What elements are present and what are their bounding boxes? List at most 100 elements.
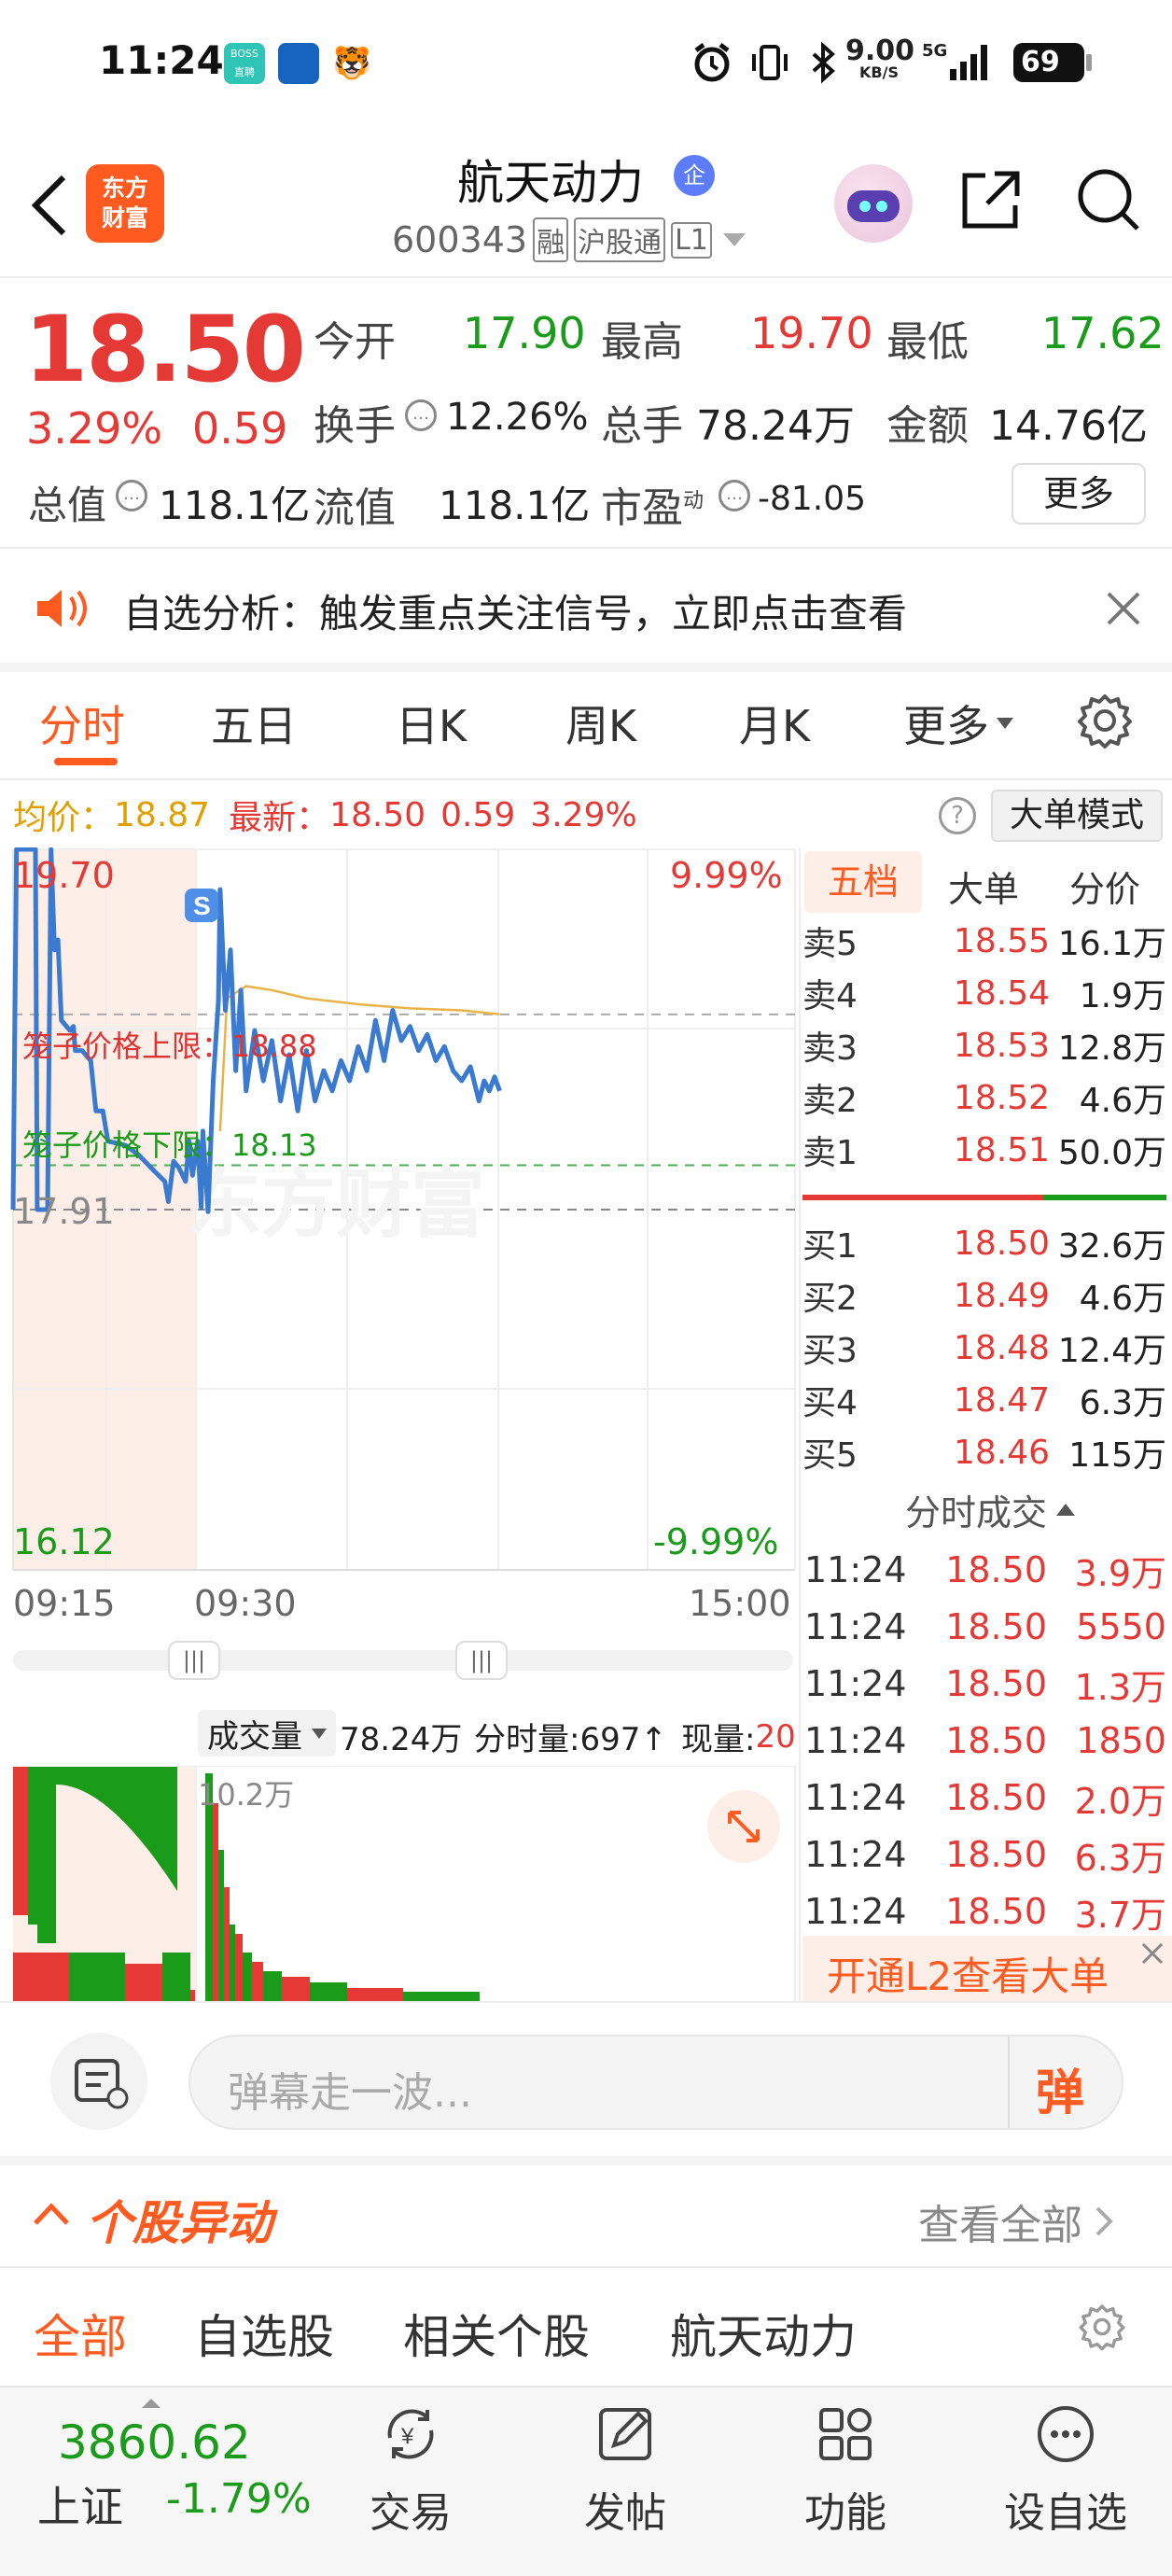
search-icon[interactable] xyxy=(1073,164,1144,235)
amount-value: 14.76亿 xyxy=(989,402,1148,450)
tab-big-order[interactable]: 大单 xyxy=(948,861,1019,912)
float-label: 流值 xyxy=(314,484,396,532)
tick-volume: 1.3万 xyxy=(1074,1666,1166,1708)
back-button[interactable] xyxy=(26,172,73,239)
l2-promo-banner[interactable]: 开通L2查看大单 xyxy=(802,1936,1172,2001)
bid-label: 买2 xyxy=(802,1280,858,1318)
help-icon[interactable]: ? xyxy=(939,797,976,834)
tab-five-level[interactable]: 五档 xyxy=(804,851,922,913)
yuan-exchange-icon: ¥ xyxy=(387,2409,434,2459)
caret-up-icon xyxy=(142,2399,160,2408)
current-volume: 现量: 20 xyxy=(681,1717,796,1759)
notice-text[interactable]: 自选分析：触发重点关注信号，立即点击查看 xyxy=(123,582,907,639)
ask-row: 卖1 18.51 50.0万 xyxy=(802,1124,1166,1176)
svg-text:¥: ¥ xyxy=(400,2424,414,2449)
nav-trade[interactable]: ¥ 交易 xyxy=(355,2401,467,2559)
alarm-icon xyxy=(691,41,733,84)
low-label: 最低 xyxy=(886,318,969,366)
index-widget[interactable]: 3860.62 上证 -1.79% xyxy=(28,2395,336,2563)
ask-volume: 16.1万 xyxy=(1057,925,1166,963)
comment-list-icon[interactable] xyxy=(50,2033,147,2130)
danmu-button[interactable]: 弹 xyxy=(1036,2053,1084,2123)
ticks-header[interactable]: 分时成交 xyxy=(905,1484,1076,1535)
status-time: 11:24 xyxy=(99,37,224,83)
bid-label: 买3 xyxy=(802,1332,858,1370)
share-icon[interactable] xyxy=(957,166,1025,233)
app-logo: 东方 财富 xyxy=(86,164,164,243)
range-handle-left[interactable]: ||| xyxy=(168,1641,220,1680)
more-button[interactable]: 更多 xyxy=(1012,463,1146,525)
stock-code: 600343 xyxy=(392,219,528,260)
danmu-input[interactable]: 弹幕走一波... 弹 xyxy=(188,2035,1123,2130)
chevron-down-icon xyxy=(722,233,746,246)
ask-price: 18.51 xyxy=(953,1130,1050,1169)
movers-tab-related[interactable]: 相关个股 xyxy=(403,2300,590,2367)
turnover-value: 12.26% xyxy=(446,396,589,439)
tick-price: 18.50 xyxy=(945,1720,1047,1761)
tick-volume: 2.0万 xyxy=(1074,1780,1166,1822)
robot-assistant-icon[interactable] xyxy=(834,164,913,243)
x-label-close: 15:00 xyxy=(689,1583,791,1624)
gear-icon[interactable] xyxy=(1075,691,1135,750)
expand-icon[interactable] xyxy=(707,1790,780,1863)
info-icon[interactable]: … xyxy=(116,480,147,511)
edit-icon xyxy=(599,2408,651,2460)
caret-down-icon xyxy=(997,718,1013,729)
close-icon[interactable] xyxy=(1138,1939,1166,1967)
interval-volume: 分时量:697↑ xyxy=(474,1721,667,1758)
book-spread-bar xyxy=(802,1195,1166,1200)
tick-price: 18.50 xyxy=(945,1891,1047,1932)
tick-price: 18.50 xyxy=(945,1606,1047,1647)
stock-code-row[interactable]: 600343 融 沪股通 L1 xyxy=(392,217,746,263)
view-all-link[interactable]: 查看全部 xyxy=(918,2191,1118,2251)
net-speed: 9.00 KB/S xyxy=(845,35,915,81)
chevron-up-icon[interactable] xyxy=(30,2193,73,2236)
open-value: 17.90 xyxy=(463,308,586,358)
tab-price-dist[interactable]: 分价 xyxy=(1069,861,1140,912)
movers-title: 个股异动 xyxy=(86,2196,272,2250)
upper-limit-label: 笼子价格上限：18.88 xyxy=(22,1029,317,1064)
bid-price: 18.49 xyxy=(953,1276,1050,1315)
close-icon[interactable] xyxy=(1101,586,1146,631)
settings-icon[interactable] xyxy=(1077,2302,1127,2352)
tick-volume: 6.3万 xyxy=(1074,1837,1166,1879)
tab-more[interactable]: 更多 xyxy=(903,693,1013,754)
bid-volume: 4.6万 xyxy=(1079,1280,1166,1318)
tab-monthly-k[interactable]: 月K xyxy=(739,693,810,754)
tab-five-day[interactable]: 五日 xyxy=(211,693,297,754)
tick-price: 18.50 xyxy=(945,1549,1047,1590)
index-pct: -1.79% xyxy=(166,2475,312,2523)
nav-add-watchlist[interactable]: 设自选 xyxy=(991,2401,1140,2559)
info-icon[interactable]: … xyxy=(405,399,437,431)
nav-functions[interactable]: 功能 xyxy=(789,2401,901,2559)
tick-price: 18.50 xyxy=(945,1663,1047,1704)
tab-weekly-k[interactable]: 周K xyxy=(565,693,636,754)
volume-total: 78.24万 xyxy=(340,1721,463,1758)
movers-tab-stock[interactable]: 航天动力 xyxy=(670,2300,857,2367)
ask-price: 18.54 xyxy=(953,973,1050,1013)
ask-label: 卖2 xyxy=(802,1082,858,1120)
bid-volume: 115万 xyxy=(1068,1436,1166,1475)
volume-value: 78.24万 xyxy=(696,402,855,450)
x-label-open: 09:15 xyxy=(13,1583,116,1624)
bid-row: 买5 18.46 115万 xyxy=(802,1426,1166,1478)
tab-daily-k[interactable]: 日K xyxy=(396,693,467,754)
tick-row: 11:24 18.50 6.3万 xyxy=(804,1827,1166,1883)
volume-indicator-select[interactable]: 成交量 xyxy=(198,1710,336,1757)
tab-active-underline xyxy=(54,758,118,765)
movers-tab-all[interactable]: 全部 xyxy=(34,2300,127,2367)
movers-tab-watchlist[interactable]: 自选股 xyxy=(194,2300,334,2367)
ask-label: 卖4 xyxy=(802,977,858,1015)
big-order-mode-button[interactable]: 大单模式 xyxy=(991,790,1163,842)
boss-app-icon: BOSS 直聘 xyxy=(224,43,265,84)
svg-text:东方财富: 东方财富 xyxy=(187,1163,485,1246)
current-price: 18.50 xyxy=(24,297,306,403)
info-icon[interactable]: … xyxy=(719,480,750,511)
tab-intraday[interactable]: 分时 xyxy=(39,693,125,754)
nav-post[interactable]: 发帖 xyxy=(569,2401,681,2559)
bank-app-icon xyxy=(278,43,319,84)
tick-row: 11:24 18.50 3.7万 xyxy=(804,1883,1166,1939)
range-handle-right[interactable]: ||| xyxy=(455,1641,508,1680)
tick-label: 11:24 xyxy=(804,1777,907,1818)
tick-label: 11:24 xyxy=(804,1549,907,1590)
